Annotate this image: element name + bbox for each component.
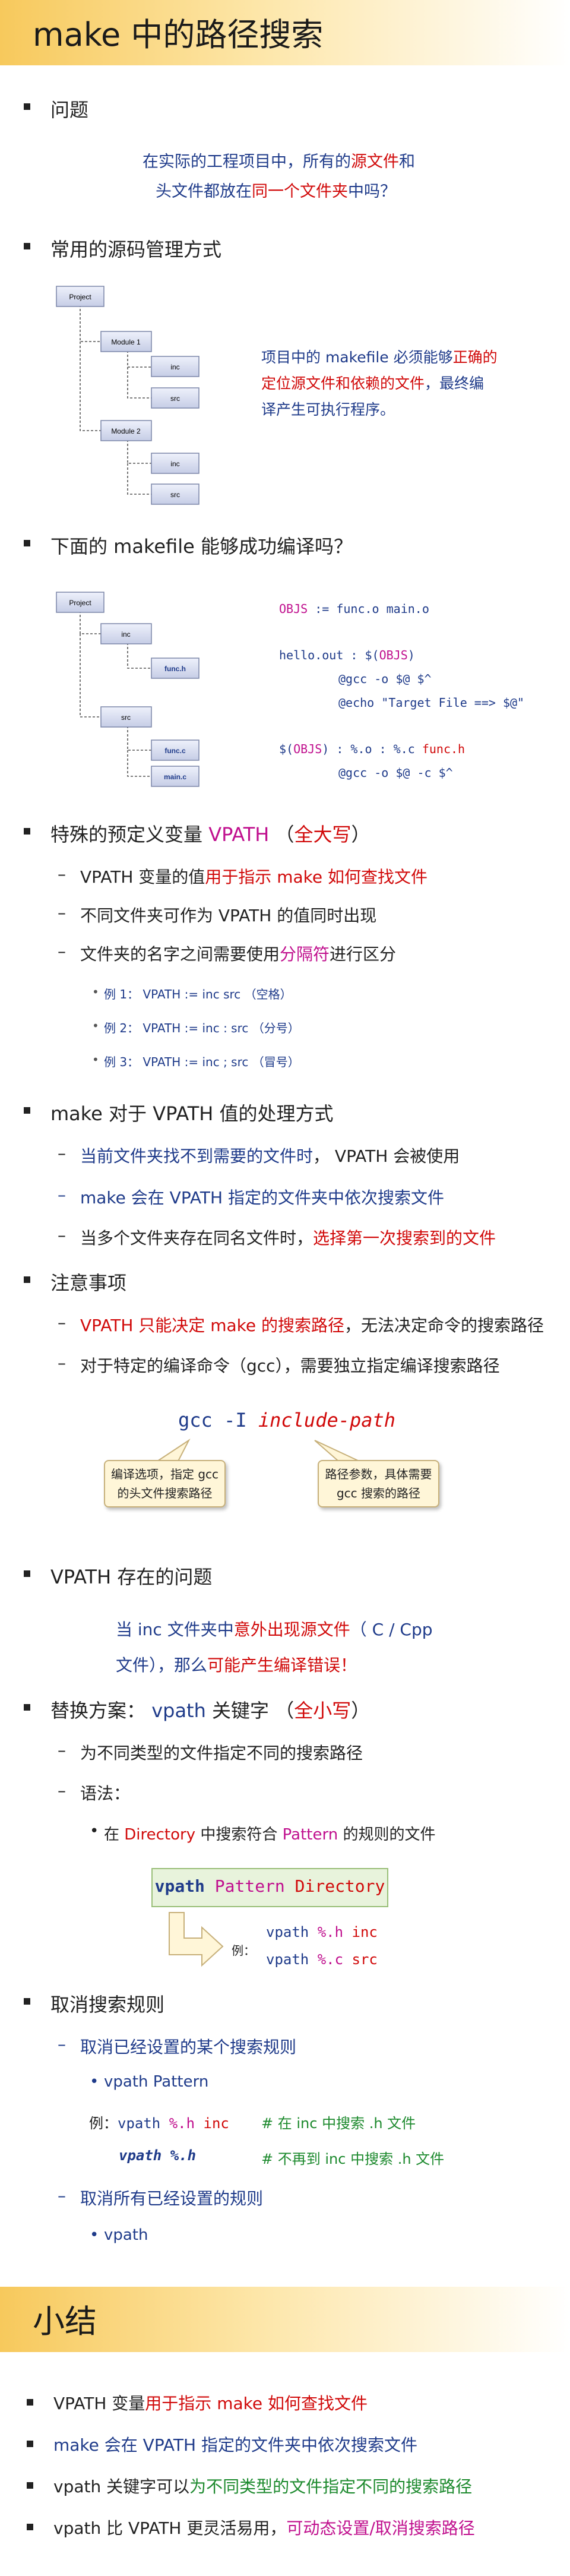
summary-item-3: vpath 关键字可以为不同类型的文件指定不同的搜索路径	[26, 2474, 472, 2498]
cancel-example-2-comment: # 不再到 inc 中搜索 .h 文件	[261, 2151, 445, 2167]
summary-item-4: vpath 比 VPATH 更灵活易用，可动态设置/取消搜索路径	[27, 2515, 475, 2539]
cancel-sub-1: 取消已经设置的某个搜索规则	[58, 2034, 296, 2058]
callout-pointers	[155, 1439, 360, 1462]
summary-item-2: make 会在 VPATH 指定的文件夹中依次搜索文件	[27, 2432, 417, 2456]
down-right-arrow	[169, 1912, 224, 1967]
issue-line-2: 文件），那么可能产生编译错误！	[116, 1655, 357, 1675]
summary-item-1: VPATH 变量用于指示 make 如何查找文件	[27, 2391, 368, 2414]
note-path-argument: 路径参数，具体需要 gcc 搜索的路径	[318, 1460, 439, 1507]
heading-vpath-issue: VPATH 存在的问题	[23, 1562, 212, 1589]
issue-line-1: 当 inc 文件夹中意外出现源文件（ C / Cpp	[116, 1620, 433, 1639]
summary-title: 小结	[33, 2303, 97, 2340]
example-vpath-c: vpath %.c src	[266, 1951, 378, 1968]
example-vpath-h: vpath %.h inc	[266, 1924, 378, 1940]
heading-vpath-keyword: 替换方案： vpath 关键字 （全小写）	[23, 1696, 370, 1723]
syntax-examples: vpath %.h inc vpath %.c src	[266, 1918, 378, 1973]
cancel-sub-2: 取消所有已经设置的规则	[58, 2186, 263, 2210]
summary-banner: 小结	[0, 2287, 570, 2352]
alt-sub-1: 为不同类型的文件指定不同的搜索路径	[58, 1740, 363, 1764]
cancel-example-1: 例：vpath %.h inc	[89, 2115, 229, 2132]
vpath-syntax-box: vpath Pattern Directory	[151, 1868, 388, 1907]
alt-syntax-desc: 在 Directory 中搜索符合 Pattern 的规则的文件	[90, 1822, 435, 1844]
cancel-pattern-syntax: vpath Pattern	[90, 2073, 208, 2091]
cancel-all-syntax: vpath	[90, 2226, 148, 2244]
note-compile-option: 编译选项，指定 gcc 的头文件搜索路径	[104, 1460, 226, 1507]
cancel-example-2: vpath %.h	[119, 2147, 197, 2164]
cancel-example-1-comment: # 在 inc 中搜索 .h 文件	[261, 2115, 416, 2132]
alt-sub-2: 语法：	[58, 1781, 130, 1804]
syntax-example-label: 例：	[232, 1943, 255, 1958]
heading-cancel-rules: 取消搜索规则	[23, 1990, 164, 2017]
